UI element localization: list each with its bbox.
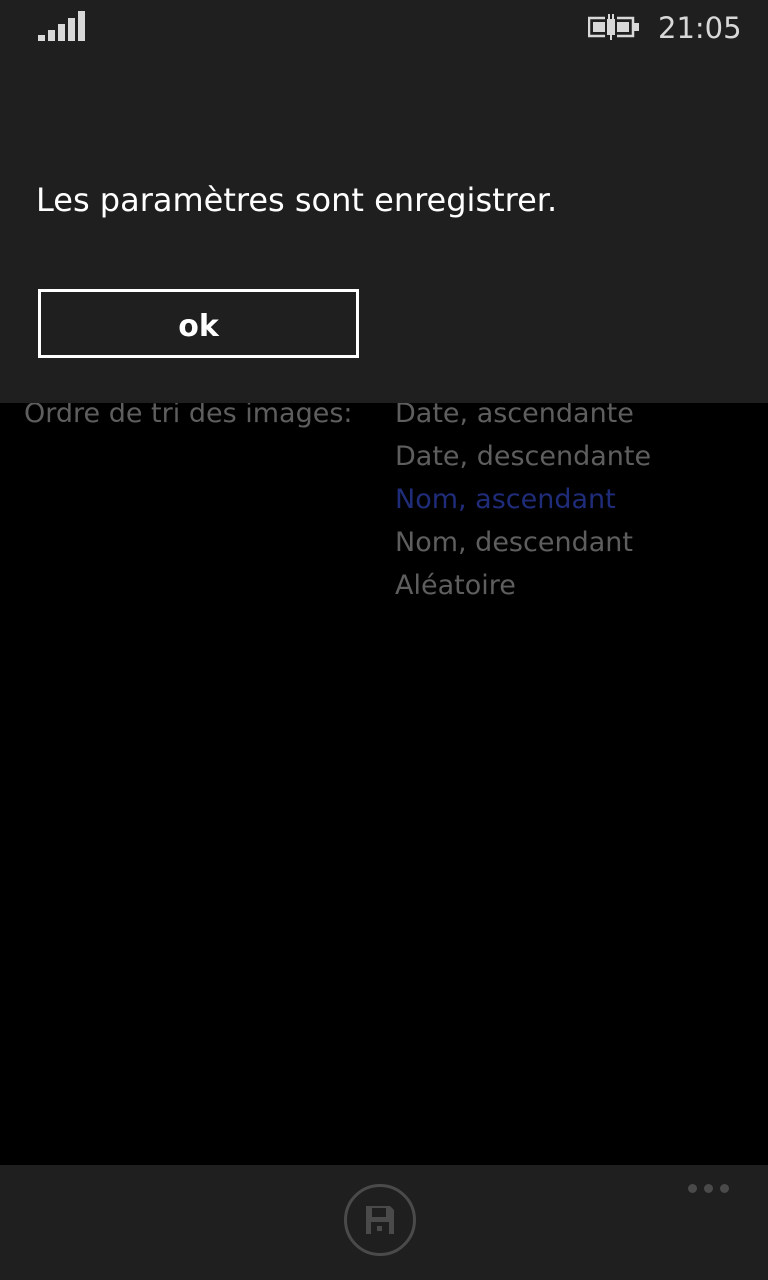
dialog-message: Les paramètres sont enregistrer. xyxy=(36,181,558,219)
save-icon xyxy=(366,1206,394,1234)
ok-button[interactable]: ok xyxy=(38,289,359,358)
app-bar xyxy=(0,1165,768,1280)
save-button[interactable] xyxy=(344,1184,416,1256)
more-ellipsis-icon xyxy=(688,1184,697,1193)
sort-order-list: Date, ascendante Date, descendante Nom, … xyxy=(395,392,651,607)
signal-strength-icon xyxy=(38,11,86,41)
battery-charging-icon xyxy=(587,14,640,40)
status-bar: 21:05 xyxy=(0,0,768,56)
sort-option-name-descending[interactable]: Nom, descendant xyxy=(395,521,651,564)
sort-option-date-descending[interactable]: Date, descendante xyxy=(395,435,651,478)
sort-option-random[interactable]: Aléatoire xyxy=(395,564,651,607)
status-time: 21:05 xyxy=(658,11,742,45)
sort-option-name-ascending[interactable]: Nom, ascendant xyxy=(395,478,651,521)
more-button[interactable] xyxy=(684,1179,734,1199)
message-dialog: 21:05 Les paramètres sont enregistrer. o… xyxy=(0,0,768,403)
